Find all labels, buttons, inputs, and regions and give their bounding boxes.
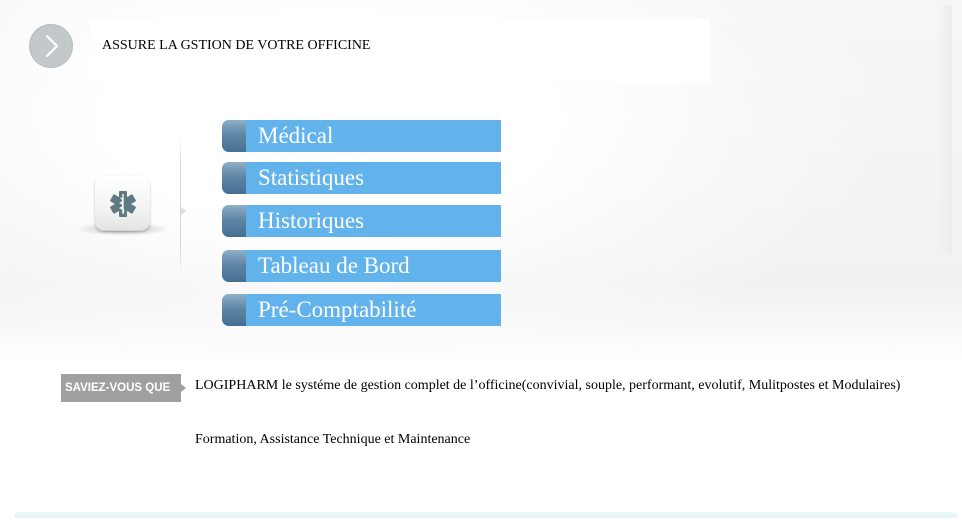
header-banner: ASSURE LA GSTION DE VOTRE OFFICINE bbox=[90, 19, 710, 83]
tag-pointer-icon bbox=[181, 384, 186, 392]
menu-item-cap bbox=[222, 294, 246, 326]
menu-item-tableau-de-bord[interactable]: Tableau de Bord bbox=[222, 250, 501, 282]
menu-item-label: Médical bbox=[258, 123, 334, 148]
menu-item-historiques[interactable]: Historiques bbox=[222, 205, 501, 237]
menu-item-label: Historiques bbox=[258, 208, 365, 233]
menu-item-cap bbox=[222, 250, 246, 282]
info-description: LOGIPHARM le systéme de gestion complet … bbox=[195, 378, 901, 393]
vertical-divider bbox=[180, 136, 181, 276]
menu-item-medical[interactable]: Médical bbox=[222, 120, 501, 152]
bottom-border bbox=[14, 512, 958, 518]
menu-item-label: Statistiques bbox=[258, 165, 365, 190]
menu-item-cap bbox=[222, 120, 246, 152]
did-you-know-tag: SAVIEZ-VOUS QUE bbox=[61, 374, 181, 402]
medical-star-of-life-icon bbox=[95, 176, 150, 231]
menu-item-cap bbox=[222, 162, 246, 194]
menu-item-label: Pré-Comptabilité bbox=[258, 297, 417, 322]
page-title: ASSURE LA GSTION DE VOTRE OFFICINE bbox=[102, 38, 371, 53]
did-you-know-label: SAVIEZ-VOUS QUE bbox=[65, 382, 171, 394]
star-of-life-glyph bbox=[110, 191, 136, 217]
chevron-right-icon[interactable] bbox=[29, 24, 73, 68]
panel-edge-shadow bbox=[938, 5, 952, 255]
menu-item-cap bbox=[222, 205, 246, 237]
menu-item-pre-comptabilite[interactable]: Pré-Comptabilité bbox=[222, 294, 501, 326]
chevron-right-glyph bbox=[45, 34, 59, 58]
info-services: Formation, Assistance Technique et Maint… bbox=[195, 432, 471, 447]
divider-pointer-icon bbox=[181, 207, 186, 215]
menu-item-label: Tableau de Bord bbox=[258, 253, 410, 278]
menu-item-statistiques[interactable]: Statistiques bbox=[222, 162, 501, 194]
